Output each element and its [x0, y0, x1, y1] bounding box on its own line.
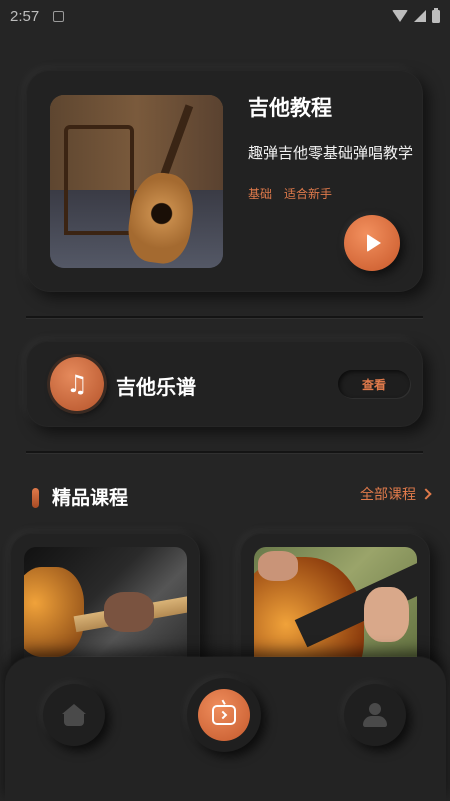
play-button[interactable] — [344, 215, 400, 271]
guitar-tutorial-image — [50, 95, 223, 268]
divider — [26, 316, 423, 318]
score-title: 吉他乐谱 — [116, 375, 196, 399]
tag-basic: 基础 — [248, 187, 273, 201]
section-title: 精品课程 — [52, 487, 129, 509]
featured-courses-header: 精品课程 全部课程 — [30, 480, 432, 510]
image-hand — [258, 551, 298, 581]
notification-app-icon — [53, 10, 65, 22]
all-courses-label: 全部课程 — [360, 487, 416, 503]
video-button-inner — [198, 689, 250, 741]
image-hand — [364, 587, 409, 642]
image-hand — [104, 592, 154, 632]
nav-video-button[interactable] — [187, 678, 261, 752]
tag-beginner: 适合新手 — [284, 187, 333, 201]
image-guitar-body — [24, 567, 84, 657]
profile-icon-shoulders — [363, 716, 387, 727]
hero-subtitle: 趣弹吉他零基础弹唱教学 — [248, 144, 414, 162]
chevron-right-icon — [420, 488, 432, 500]
home-icon — [62, 704, 86, 726]
profile-icon — [363, 703, 387, 727]
image-chair — [64, 125, 134, 235]
bottom-navigation — [5, 657, 446, 801]
status-indicators — [392, 7, 440, 23]
hero-tags: 基础 适合新手 — [248, 185, 332, 202]
profile-icon-head — [369, 703, 381, 715]
guitar-tutorial-card[interactable]: 吉他教程 趣弹吉他零基础弹唱教学 基础 适合新手 — [26, 70, 423, 292]
wifi-icon — [392, 10, 408, 22]
signal-icon — [414, 10, 426, 22]
nav-home-button[interactable] — [43, 684, 105, 746]
view-button[interactable]: 查看 — [338, 370, 410, 398]
all-courses-link[interactable]: 全部课程 — [360, 484, 432, 504]
status-time: 2:57 — [10, 7, 40, 25]
play-box-icon — [212, 705, 236, 725]
nav-profile-button[interactable] — [344, 684, 406, 746]
home-icon-base — [64, 713, 84, 726]
music-note-icon: ♫ — [50, 357, 104, 411]
play-icon — [367, 234, 381, 252]
hero-title: 吉他教程 — [248, 96, 332, 120]
section-marker — [32, 488, 39, 508]
battery-icon — [432, 7, 440, 23]
status-bar: 2:57 — [0, 0, 450, 32]
play-box-chevron — [218, 710, 228, 720]
guitar-score-card[interactable]: ♫ 吉他乐谱 查看 — [26, 341, 423, 427]
divider — [26, 451, 423, 453]
